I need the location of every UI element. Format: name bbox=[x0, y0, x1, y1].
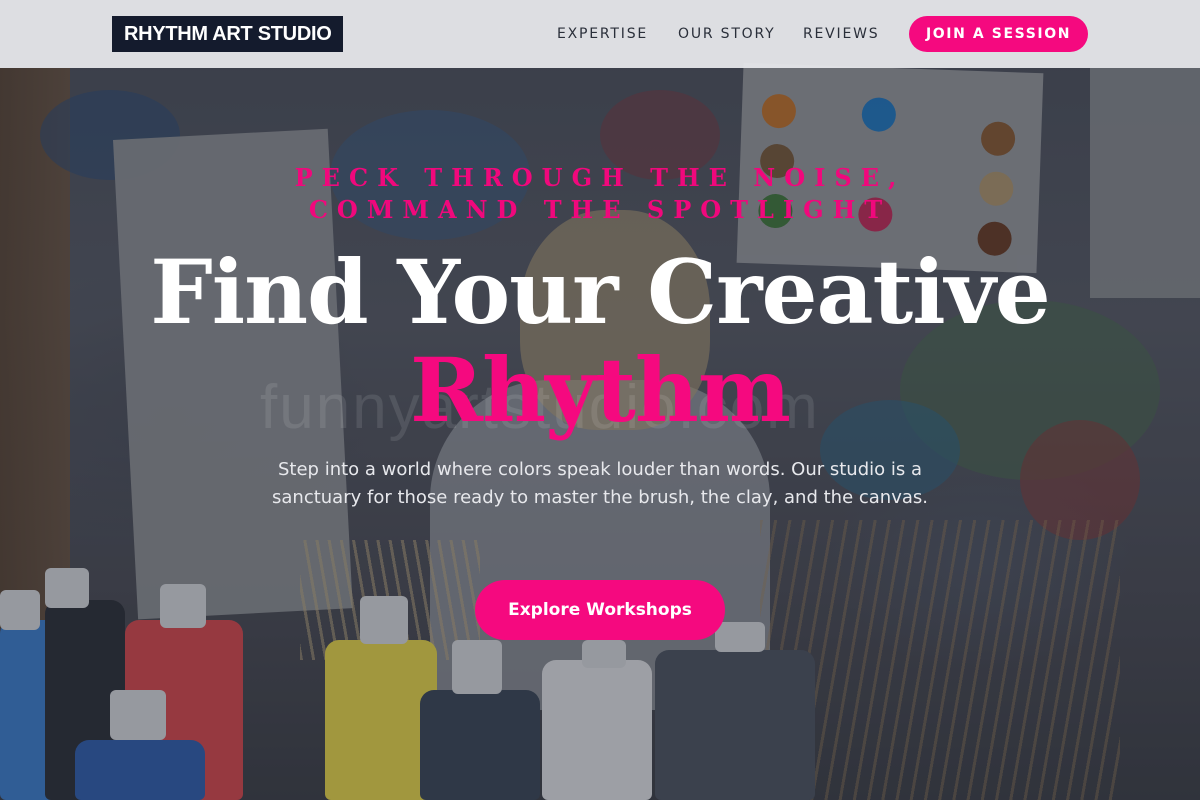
nav-link-reviews[interactable]: REVIEWS bbox=[803, 24, 879, 44]
hero-title-line1: Find Your Creative bbox=[150, 240, 1051, 344]
hero-tagline: PECK THROUGH THE NOISE, COMMAND THE SPOT… bbox=[294, 163, 906, 224]
nav-link-our-story[interactable]: OUR STORY bbox=[678, 24, 776, 44]
explore-workshops-button[interactable]: Explore Workshops bbox=[475, 580, 725, 640]
join-session-button[interactable]: JOIN A SESSION bbox=[909, 16, 1088, 52]
hero-description: Step into a world where colors speak lou… bbox=[272, 459, 928, 508]
site-header: RHYTHM ART STUDIO EXPERTISE OUR STORY RE… bbox=[0, 0, 1200, 68]
nav-link-expertise[interactable]: EXPERTISE bbox=[557, 24, 648, 44]
hero-title-line2: Rhythm bbox=[410, 338, 791, 442]
site-logo[interactable]: RHYTHM ART STUDIO bbox=[112, 16, 344, 52]
